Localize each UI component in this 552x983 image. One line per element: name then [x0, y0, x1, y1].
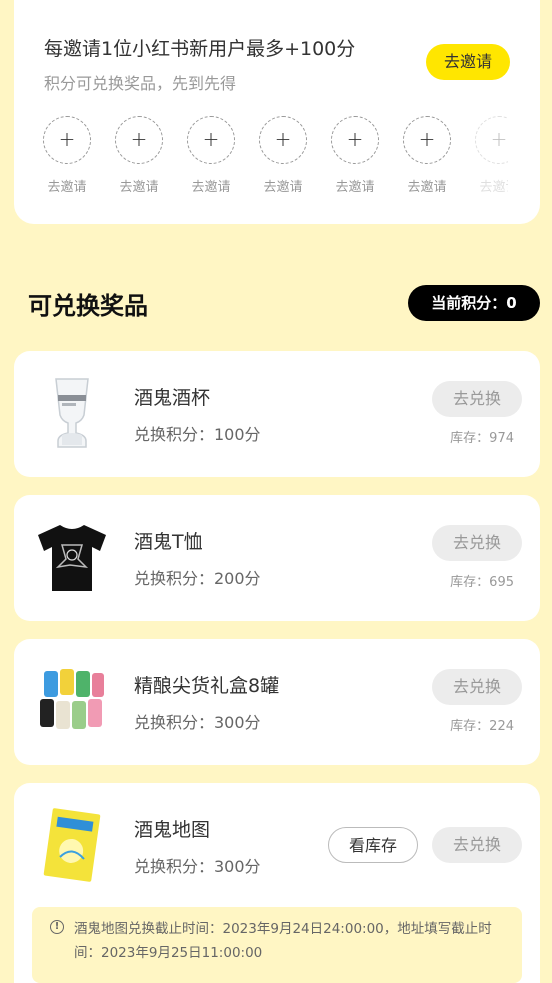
invite-slot-label: 去邀请 [47, 180, 87, 195]
plus-icon: + [202, 127, 220, 151]
plus-icon: + [346, 127, 364, 151]
invite-slot[interactable]: + 去邀请 [395, 116, 459, 195]
plus-icon: + [418, 127, 436, 151]
invite-button[interactable]: 去邀请 [426, 44, 510, 80]
prize-card: 酒鬼酒杯 兑换积分：100分 去兑换 库存：974 [14, 351, 540, 477]
prize-points: 兑换积分：100分 [134, 425, 261, 444]
plus-icon: + [274, 127, 292, 151]
invite-slot-label: 去邀请 [263, 180, 303, 195]
prize-card: 精酿尖货礼盒8罐 兑换积分：300分 去兑换 库存：224 [14, 639, 540, 765]
stock-count: 库存：695 [450, 575, 514, 590]
redeem-button[interactable]: 去兑换 [432, 669, 522, 705]
invite-slot-circle[interactable]: + [187, 116, 235, 164]
invite-slot-label: 去邀请 [335, 180, 375, 195]
prize-points: 兑换积分：300分 [134, 857, 261, 876]
invite-card: 每邀请1位小红书新用户最多+100分 积分可兑换奖品，先到先得 去邀请 + 去邀… [14, 0, 540, 224]
plus-icon: + [490, 127, 508, 151]
invite-slot-circle[interactable]: + [475, 116, 508, 164]
redeem-button[interactable]: 去兑换 [432, 381, 522, 417]
invite-slot[interactable]: + 去邀请 [323, 116, 387, 195]
prize-name: 酒鬼酒杯 [134, 387, 211, 409]
invite-slot[interactable]: + 去邀请 [251, 116, 315, 195]
invite-slots: + 去邀请 + 去邀请 + 去邀请 + 去邀请 + 去邀请 + 去邀请 + 去邀… [14, 116, 508, 200]
notice-text: 酒鬼地图兑换截止时间：2023年9月24日24:00:00，地址填写截止时间：2… [74, 921, 492, 961]
invite-slot-circle[interactable]: + [43, 116, 91, 164]
invite-slot[interactable]: + 去邀请 [35, 116, 99, 195]
invite-slot-circle[interactable]: + [259, 116, 307, 164]
invite-subtitle: 积分可兑换奖品，先到先得 [44, 74, 237, 93]
invite-slot[interactable]: + 去邀请 [107, 116, 171, 195]
prize-name: 精酿尖货礼盒8罐 [134, 675, 280, 697]
redeem-button[interactable]: 去兑换 [432, 827, 522, 863]
beer-cans-image [40, 669, 104, 729]
map-book-image [43, 808, 101, 882]
prize-card: 酒鬼地图 兑换积分：300分 看库存 去兑换 ! 酒鬼地图兑换截止时间：2023… [14, 783, 540, 983]
check-stock-button[interactable]: 看库存 [328, 827, 418, 863]
invite-slot-label: 去邀请 [479, 180, 508, 195]
invite-slot-circle[interactable]: + [331, 116, 379, 164]
stock-count: 库存：224 [450, 719, 514, 734]
current-points-badge: 当前积分：0 [408, 285, 540, 321]
plus-icon: + [130, 127, 148, 151]
invite-slot-label: 去邀请 [407, 180, 447, 195]
deadline-notice: ! 酒鬼地图兑换截止时间：2023年9月24日24:00:00，地址填写截止时间… [32, 907, 522, 983]
invite-slot[interactable]: + 去邀请 [467, 116, 508, 195]
prize-name: 酒鬼地图 [134, 819, 211, 841]
prize-card: 酒鬼T恤 兑换积分：200分 去兑换 库存：695 [14, 495, 540, 621]
plus-icon: + [58, 127, 76, 151]
invite-slot-label: 去邀请 [191, 180, 231, 195]
invite-slot-label: 去邀请 [119, 180, 159, 195]
redeem-button[interactable]: 去兑换 [432, 525, 522, 561]
black-tshirt-image [38, 525, 106, 591]
info-icon: ! [50, 920, 64, 934]
stock-count: 库存：974 [450, 431, 514, 446]
invite-slot-circle[interactable]: + [115, 116, 163, 164]
prize-name: 酒鬼T恤 [134, 531, 203, 553]
prize-points: 兑换积分：300分 [134, 713, 261, 732]
invite-title: 每邀请1位小红书新用户最多+100分 [44, 38, 356, 60]
prizes-section-title: 可兑换奖品 [28, 292, 148, 320]
invite-slot[interactable]: + 去邀请 [179, 116, 243, 195]
invite-slot-circle[interactable]: + [403, 116, 451, 164]
prize-points: 兑换积分：200分 [134, 569, 261, 588]
glass-cup-image [55, 378, 89, 448]
